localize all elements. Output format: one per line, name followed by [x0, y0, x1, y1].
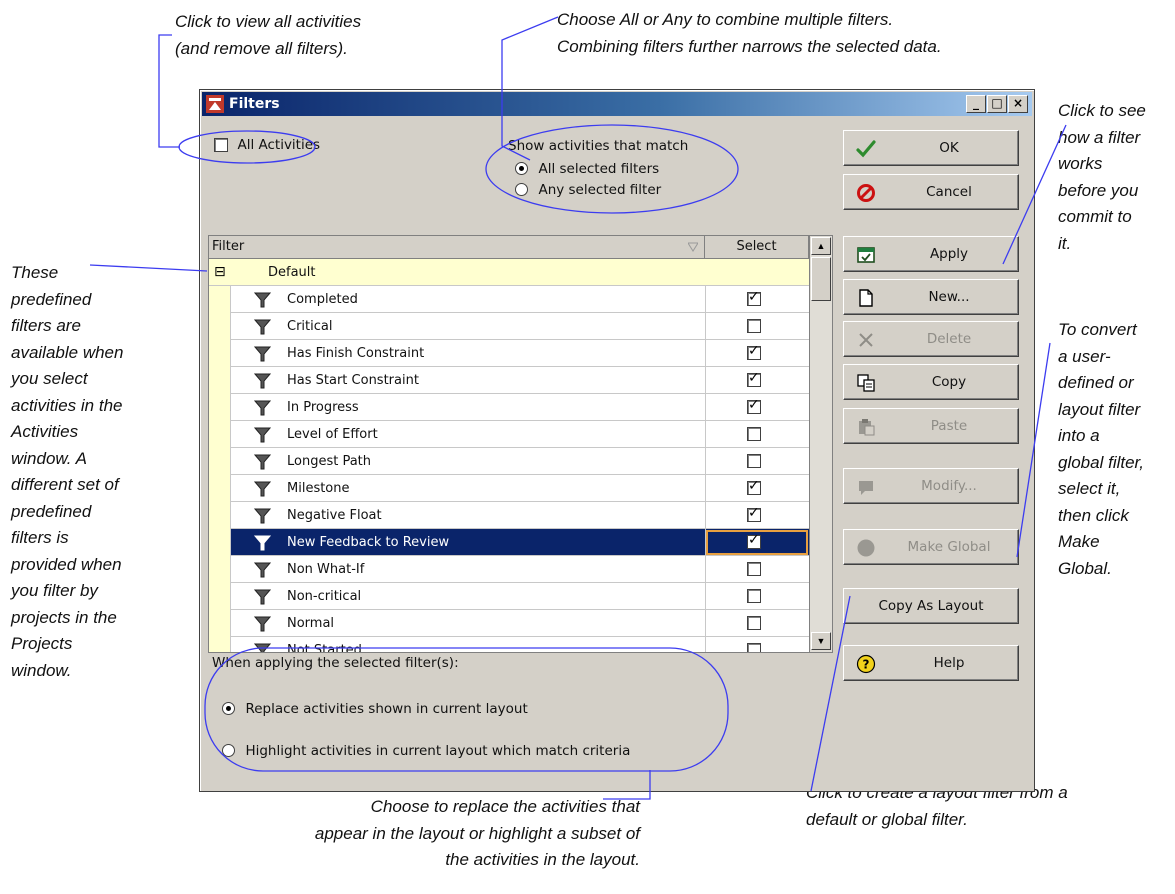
callout-all-activities [178, 130, 316, 164]
leader-convert [1016, 342, 1051, 558]
leader-replace [603, 770, 651, 800]
callout-overlay [89, 16, 1067, 800]
callout-show-activities [485, 124, 739, 214]
leader-predefined [89, 264, 208, 272]
leader-layout-filter [810, 595, 851, 792]
callout-apply-options [204, 647, 729, 772]
leader-combine [501, 16, 559, 161]
leader-see-filter [1002, 124, 1067, 265]
leader-view-all [158, 34, 180, 148]
